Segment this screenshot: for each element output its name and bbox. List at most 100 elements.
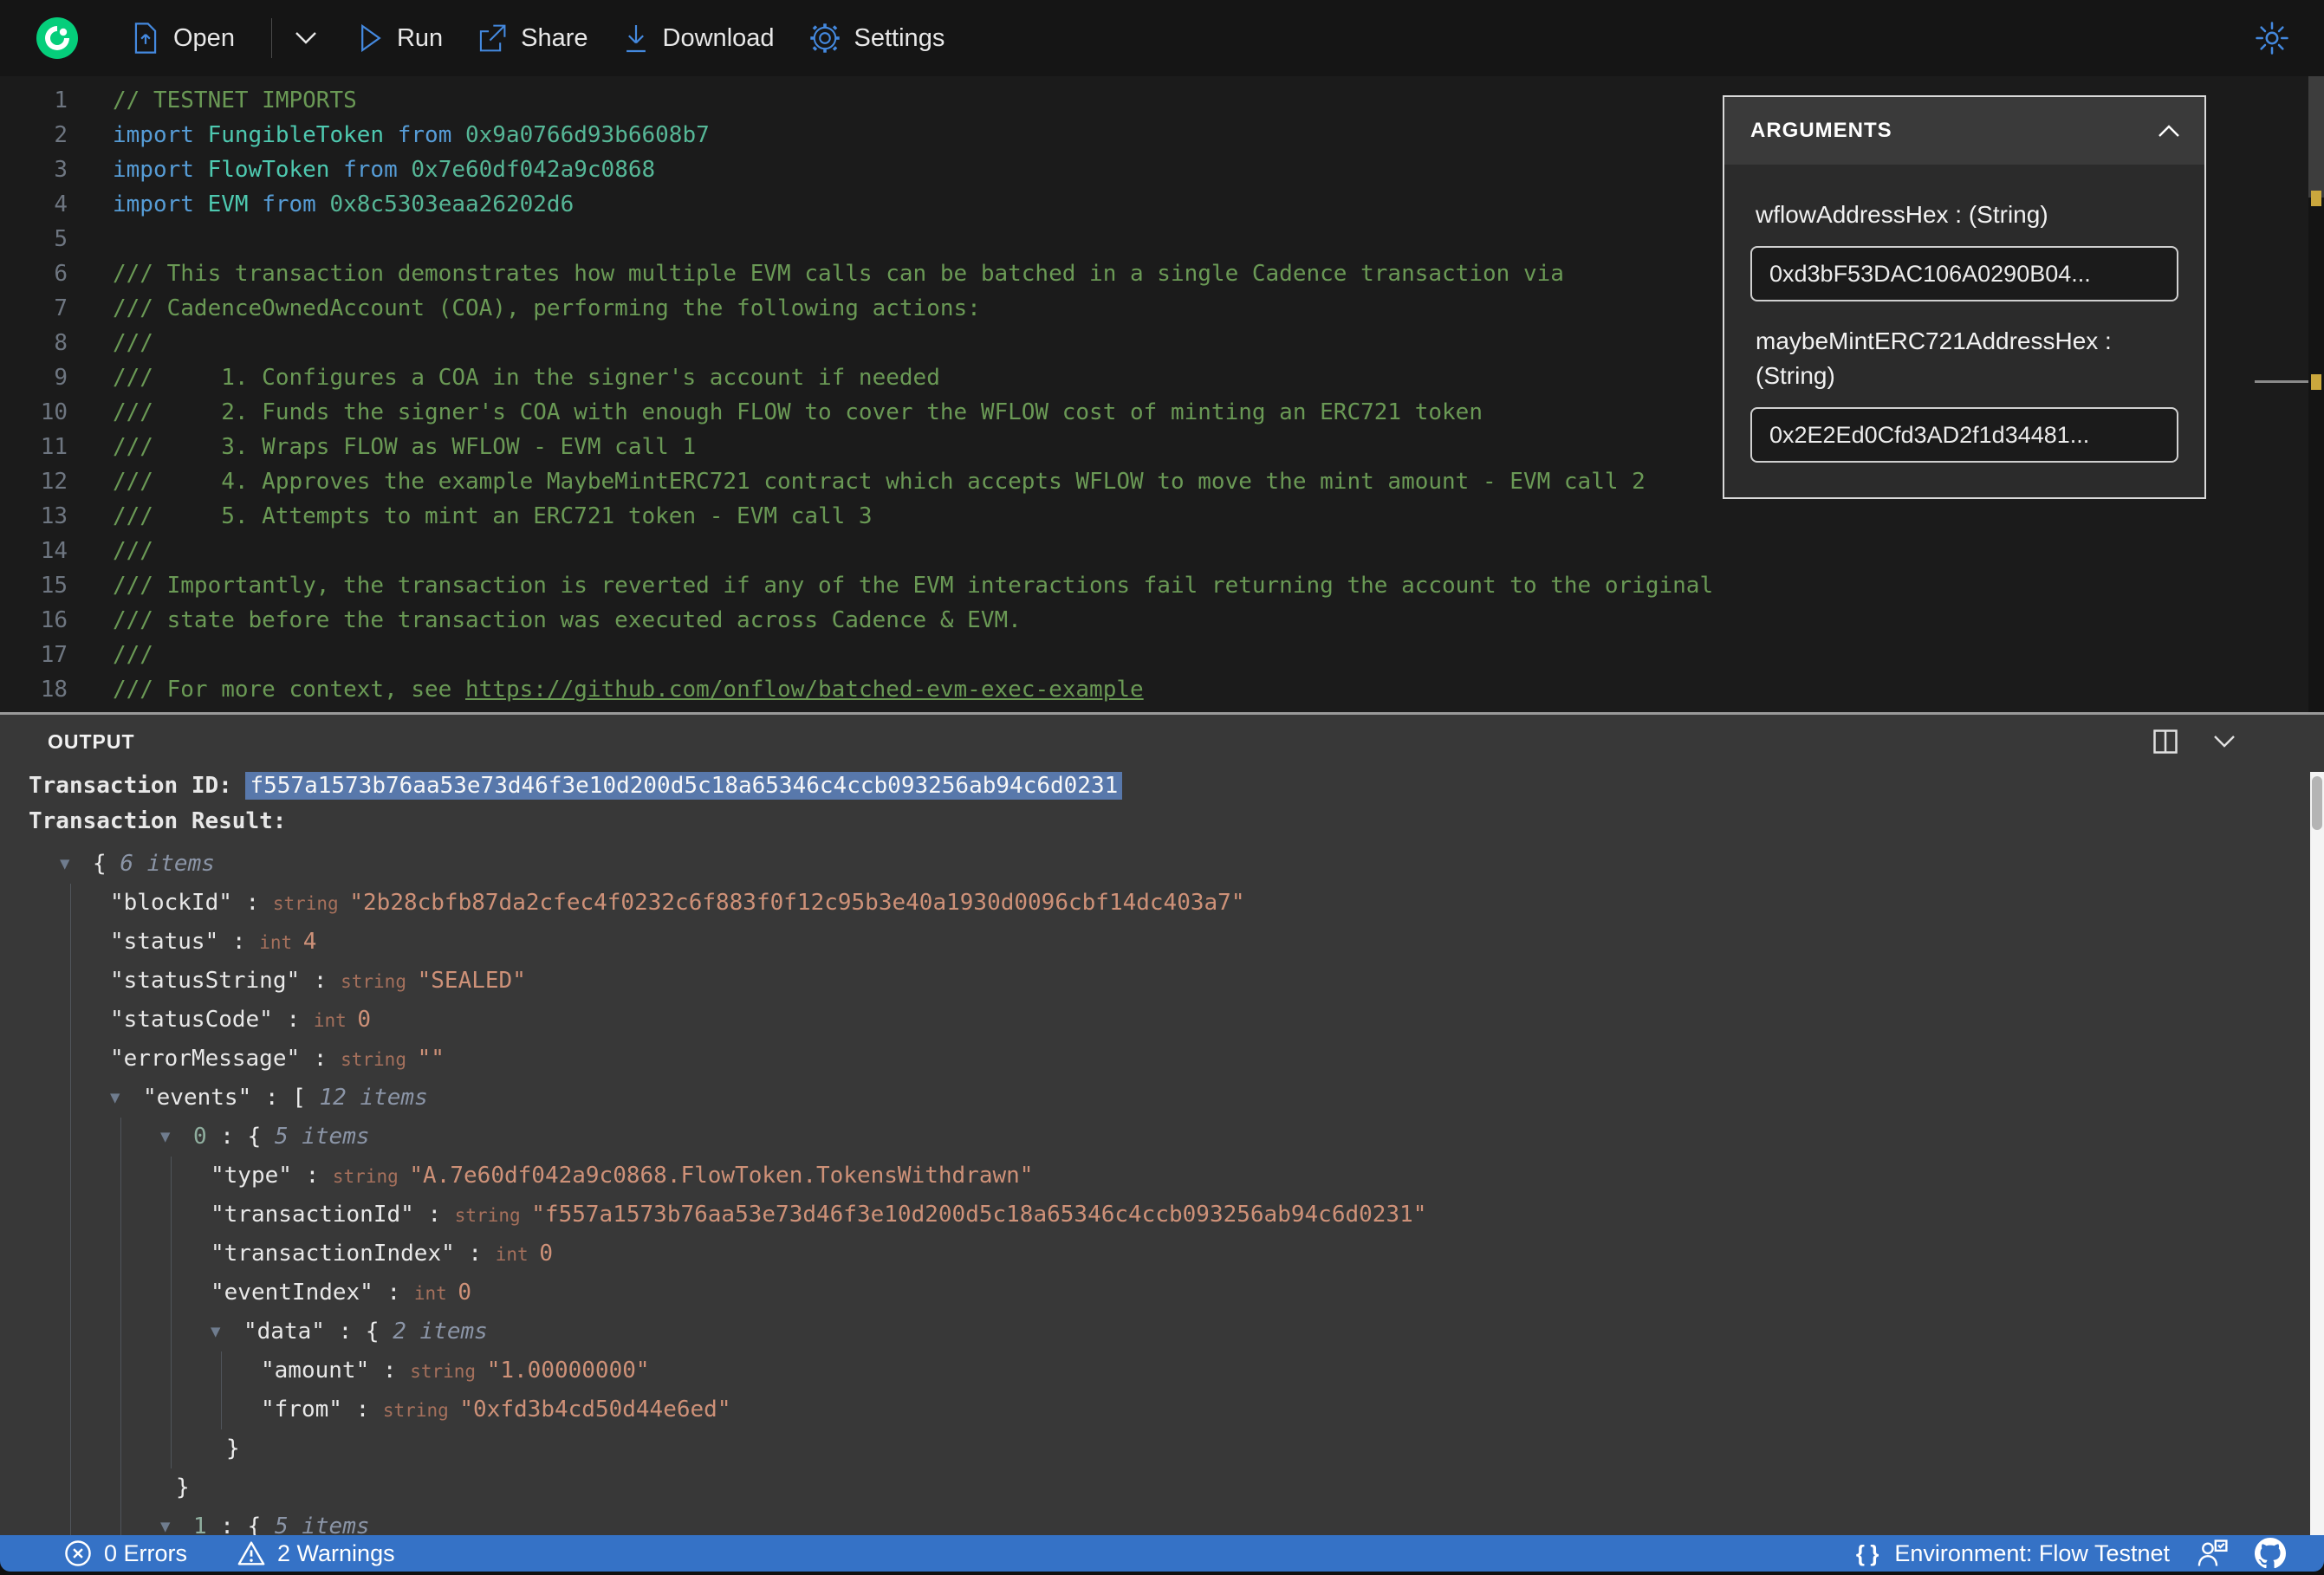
json-k: "eventIndex" : — [211, 1280, 414, 1306]
transaction-id-label: Transaction ID: — [29, 773, 246, 799]
indent-guide — [171, 1429, 172, 1468]
warning-ruler-mark — [2311, 191, 2321, 206]
ruler-line — [2255, 380, 2308, 383]
tree-collapse-arrow[interactable]: ▼ — [60, 845, 69, 884]
json-tree-row: "type" : string "A.7e60df042a9c0868.Flow… — [29, 1157, 2324, 1196]
indent-guide — [221, 1351, 222, 1390]
json-tree-row: "statusString" : string "SEALED" — [29, 962, 2324, 1001]
json-k: : — [206, 1124, 248, 1150]
share-icon — [480, 24, 506, 52]
json-tree-row: "from" : string "0xfd3b4cd50d44e6ed" — [29, 1390, 2324, 1429]
run-button[interactable]: Run — [359, 23, 443, 53]
line-number: 12 — [40, 469, 68, 495]
json-i: 2 items — [393, 1319, 488, 1345]
tree-collapse-arrow[interactable]: ▼ — [211, 1312, 220, 1351]
split-view-icon[interactable] — [2152, 729, 2178, 755]
indent-guide — [171, 1312, 172, 1351]
code-token: FungibleToken — [207, 122, 385, 148]
line-number: 4 — [54, 191, 68, 217]
download-icon — [626, 25, 646, 53]
json-x: 1 — [193, 1513, 207, 1535]
json-k: "blockId" : — [110, 890, 273, 916]
output-scrollbar-thumb[interactable] — [2312, 776, 2322, 830]
json-s: "A.7e60df042a9c0868.FlowToken.TokensWith… — [409, 1163, 1034, 1189]
indent-guide — [70, 1157, 71, 1196]
warning-triangle-icon — [237, 1541, 265, 1565]
json-k: "transactionId" : — [211, 1202, 455, 1228]
open-button[interactable]: Open — [132, 23, 235, 54]
json-k: "statusCode" : — [110, 1007, 314, 1033]
feedback-person-icon[interactable] — [2196, 1539, 2229, 1568]
run-label: Run — [396, 23, 444, 52]
arguments-panel-header[interactable]: ARGUMENTS — [1724, 97, 2204, 165]
line-number: 2 — [54, 122, 68, 148]
argument-input-erc721[interactable] — [1750, 407, 2178, 463]
warnings-status[interactable]: 2 Warnings — [237, 1540, 395, 1567]
code-line: 15 /// Importantly, the transaction is re… — [0, 568, 2324, 603]
json-tree: ▼ { 6 items "blockId" : string "2b28cbfb87… — [29, 845, 2324, 1535]
theme-toggle-button[interactable] — [2255, 21, 2289, 55]
code-link[interactable]: https://github.com/onflow/batched-evm-ex… — [465, 677, 1144, 703]
tree-collapse-arrow[interactable]: ▼ — [160, 1507, 170, 1535]
arguments-panel: ARGUMENTS wflowAddressHex : (String) may… — [1723, 95, 2206, 499]
share-label: Share — [521, 23, 588, 52]
code-token: 0x8c5303eaa26202d6 — [329, 191, 575, 217]
output-header: OUTPUT — [0, 715, 2324, 768]
flow-logo[interactable] — [36, 17, 78, 59]
code-token: EVM — [207, 191, 249, 217]
indent-guide — [70, 1390, 71, 1429]
editor-scrollbar[interactable] — [2308, 76, 2324, 714]
editor-scrollbar-thumb[interactable] — [2308, 76, 2324, 198]
errors-count: 0 Errors — [104, 1539, 188, 1566]
json-tree-row: "transactionIndex" : int 0 — [29, 1235, 2324, 1274]
output-body: Transaction ID: f557a1573b76aa53e73d46f3… — [0, 768, 2324, 1535]
json-s: 0 — [357, 1007, 372, 1033]
argument-label-wflow: wflowAddressHex : (String) — [1756, 201, 2048, 228]
code-token: /// Importantly, the transaction is reve… — [113, 573, 1714, 599]
code-line: 17 /// — [0, 638, 2324, 672]
code-token: import — [113, 122, 208, 148]
indent-guide — [120, 1118, 121, 1157]
toolbar-separator — [270, 18, 272, 58]
errors-status[interactable]: 0 Errors — [64, 1539, 187, 1567]
line-number: 1 — [54, 88, 68, 113]
json-t: string — [341, 1049, 418, 1070]
line-number: 11 — [40, 434, 68, 460]
indent-guide — [120, 1274, 121, 1312]
indent-guide — [120, 1429, 121, 1468]
json-b: { — [93, 851, 120, 877]
indent-guide — [70, 1196, 71, 1235]
settings-button[interactable]: Settings — [809, 23, 945, 54]
environment-label: Environment: Flow Testnet — [1894, 1539, 2170, 1566]
indent-guide — [120, 1312, 121, 1351]
code-token: FlowToken — [207, 157, 330, 183]
json-s: "SEALED" — [417, 968, 526, 994]
line-number: 8 — [54, 330, 68, 356]
settings-label: Settings — [854, 23, 945, 52]
tree-collapse-arrow[interactable]: ▼ — [160, 1118, 170, 1157]
collapse-chevron-icon[interactable] — [2211, 734, 2237, 749]
code-line: 16 /// state before the transaction was e… — [0, 603, 2324, 638]
code-token: /// 2. Funds the signer's COA with enoug… — [113, 399, 1483, 425]
error-circle-icon — [65, 1540, 91, 1566]
json-tree-row: ▼ "events" : [ 12 items — [29, 1079, 2324, 1118]
chevron-up-icon[interactable] — [2156, 123, 2182, 139]
json-b: } — [176, 1475, 190, 1500]
json-s: "" — [417, 1046, 445, 1072]
json-t: string — [341, 971, 418, 992]
tree-collapse-arrow[interactable]: ▼ — [110, 1079, 120, 1118]
argument-input-wflow[interactable] — [1750, 246, 2178, 301]
share-button[interactable]: Share — [477, 23, 588, 53]
json-t: string — [382, 1400, 460, 1421]
github-icon[interactable] — [2255, 1538, 2286, 1569]
indent-guide — [120, 1235, 121, 1274]
json-k: "events" : — [143, 1085, 293, 1111]
indent-guide — [171, 1351, 172, 1390]
arguments-title: ARGUMENTS — [1750, 119, 1892, 142]
open-dropdown-button[interactable] — [293, 30, 319, 46]
indent-guide — [70, 1235, 71, 1274]
code-token: /// 3. Wraps FLOW as WFLOW - EVM call 1 — [113, 434, 697, 460]
download-button[interactable]: Download — [623, 23, 775, 54]
line-number: 7 — [54, 295, 68, 321]
output-scrollbar[interactable] — [2310, 772, 2324, 1535]
